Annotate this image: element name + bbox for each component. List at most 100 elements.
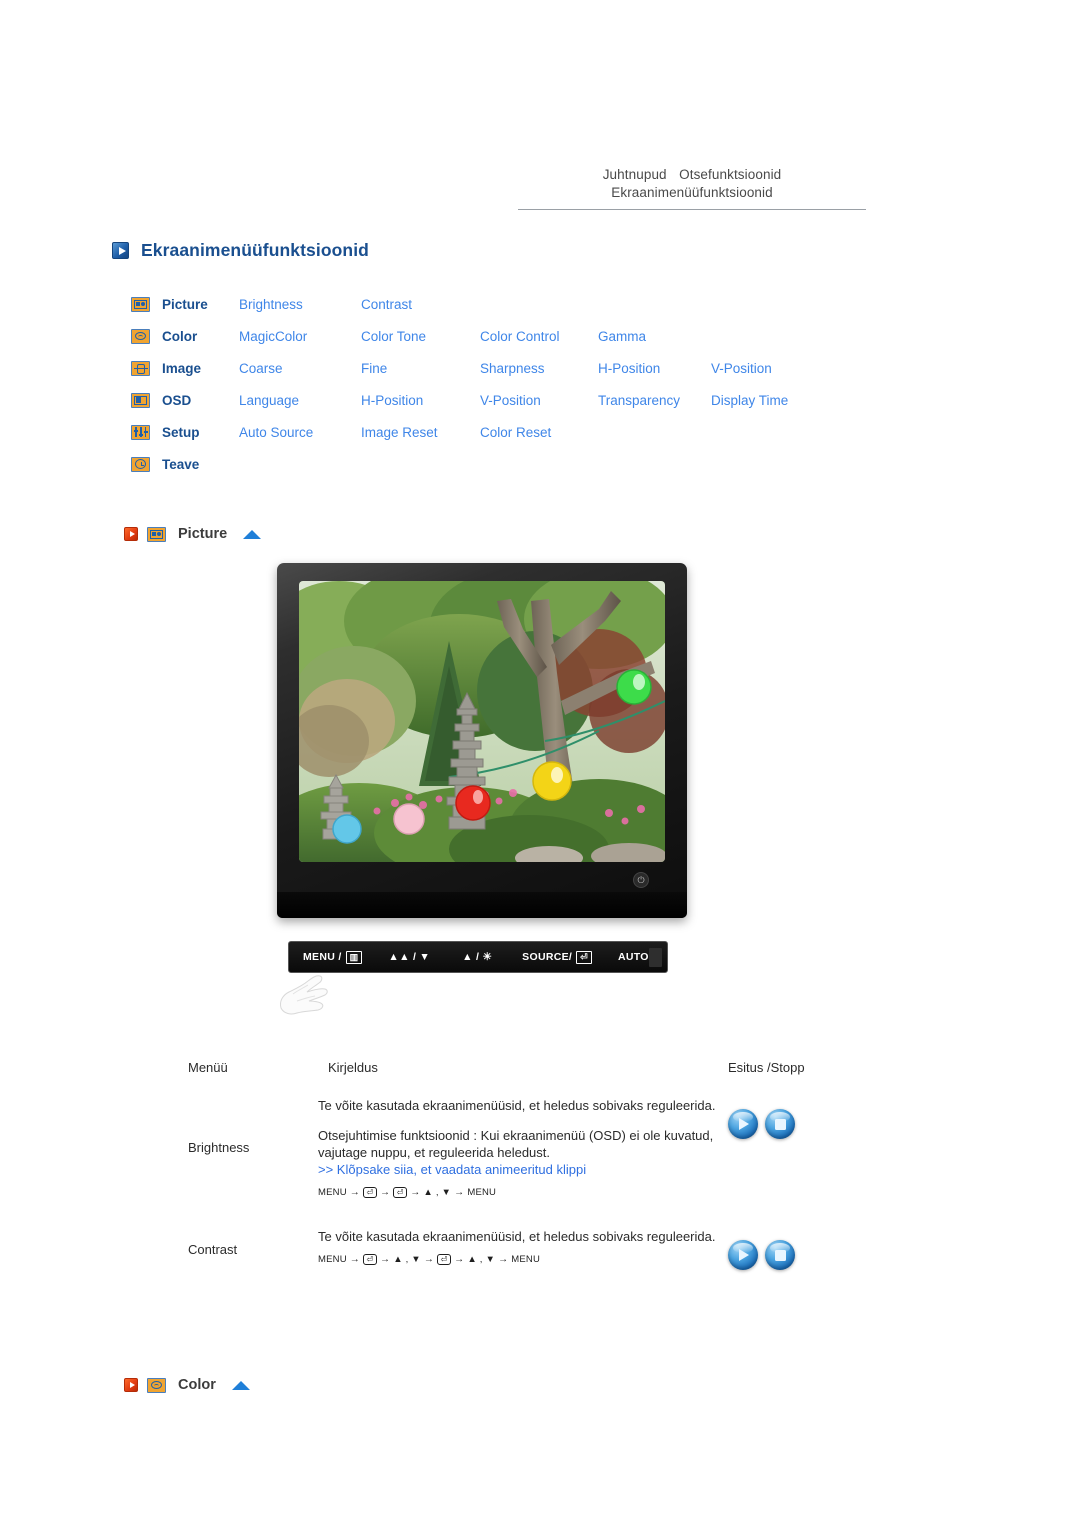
description-paragraph: Te võite kasutada ekraanimenüüsid, et he… (318, 1229, 716, 1244)
section-label: Picture (178, 526, 228, 542)
monitor-power-button[interactable]: ⏻ (633, 872, 649, 888)
button-sequence: MENU → ⏎ → ⏎ → ▲ , ▼ → MENU (318, 1187, 728, 1198)
seq-arrow: → (454, 1187, 465, 1198)
control-power-button[interactable]: ⏻ (679, 951, 688, 964)
osd-description-table: Menüü Kirjeldus Esitus /Stopp Brightness… (188, 1060, 888, 1270)
row-description: Te võite kasutada ekraanimenüüsid, et he… (318, 1097, 728, 1198)
monitor-screen (299, 581, 665, 862)
matrix-item[interactable]: Gamma (598, 329, 711, 344)
matrix-item[interactable]: V-Position (711, 361, 772, 376)
control-down-button[interactable]: ▲▲ / ▼ (388, 951, 430, 963)
page-title-row: Ekraanimenüüfunktsioonid (112, 240, 369, 261)
enter-icon: ⏎ (362, 1187, 377, 1198)
matrix-item[interactable]: Contrast (361, 297, 480, 312)
stop-button[interactable] (765, 1240, 795, 1270)
up-triangle-icon[interactable] (231, 1380, 250, 1390)
seq-token: MENU (511, 1254, 541, 1265)
control-bar-end-cap (649, 948, 662, 967)
pointing-hand-illustration (280, 975, 328, 1015)
control-menu-button[interactable]: MENU / ▥ (303, 950, 363, 964)
matrix-row-label[interactable]: Teave (162, 457, 239, 472)
control-up-brightness-button[interactable]: ▲ / ☀ (462, 951, 492, 963)
row-play-controls (728, 1228, 878, 1270)
row-play-controls (728, 1097, 878, 1198)
breadcrumb: Juhtnupud Otsefunktsioonid Ekraanimenüüf… (518, 166, 866, 210)
table-row: Brightness Te võite kasutada ekraanimenü… (188, 1097, 888, 1198)
matrix-item[interactable]: V-Position (480, 393, 598, 408)
button-sequence: MENU → ⏎ → ▲ , ▼ → ⏎ → ▲ , ▼ → MENU (318, 1254, 728, 1265)
play-button[interactable] (728, 1109, 758, 1139)
matrix-item[interactable]: Color Reset (480, 425, 598, 440)
matrix-item[interactable]: Sharpness (480, 361, 598, 376)
osd-menu-matrix: Picture Brightness Contrast Color MagicC… (131, 288, 788, 480)
column-header-play: Esitus /Stopp (728, 1060, 805, 1075)
matrix-row-label[interactable]: Image (162, 361, 239, 376)
column-header-description: Kirjeldus (328, 1060, 378, 1075)
matrix-item[interactable]: Language (239, 393, 361, 408)
matrix-row-label[interactable]: Picture (162, 297, 239, 312)
section-header-color: Color (124, 1377, 250, 1393)
seq-token: MENU (318, 1254, 347, 1265)
matrix-row-label[interactable]: Setup (162, 425, 239, 440)
seq-token: MENU (467, 1187, 497, 1198)
updown-arrows-icon: ▲ , ▼ (393, 1254, 421, 1265)
enter-icon: ⏎ (576, 950, 592, 964)
enter-icon: ⏎ (393, 1187, 408, 1198)
matrix-row-label[interactable]: Color (162, 329, 239, 344)
picture-icon (147, 526, 166, 542)
matrix-item[interactable]: Brightness (239, 297, 361, 312)
row-description: Te võite kasutada ekraanimenüüsid, et he… (318, 1228, 728, 1270)
red-play-icon (124, 527, 138, 541)
row-menu-name: Brightness (188, 1140, 250, 1155)
matrix-item[interactable]: Auto Source (239, 425, 361, 440)
seq-arrow: → (349, 1187, 360, 1198)
matrix-item[interactable]: Fine (361, 361, 480, 376)
matrix-item[interactable]: Color Control (480, 329, 598, 344)
color-wheel-icon (131, 328, 150, 344)
matrix-row-setup: Setup Auto Source Image Reset Color Rese… (131, 416, 788, 448)
matrix-item[interactable]: H-Position (361, 393, 480, 408)
matrix-row-image: Image Coarse Fine Sharpness H-Position V… (131, 352, 788, 384)
breadcrumb-item-ekraanimenuufunktsioonid[interactable]: Ekraanimenüüfunktsioonid (611, 185, 773, 200)
matrix-row-color: Color MagicColor Color Tone Color Contro… (131, 320, 788, 352)
updown-arrows-icon: ▲ , ▼ (423, 1187, 452, 1198)
garden-photo (299, 581, 665, 862)
enter-icon: ⏎ (437, 1254, 452, 1265)
updown-arrows-icon: ▲ , ▼ (467, 1254, 496, 1265)
control-source-button[interactable]: SOURCE/ ⏎ (522, 950, 592, 964)
menu-grid-icon: ▥ (345, 950, 363, 964)
matrix-item[interactable]: MagicColor (239, 329, 361, 344)
matrix-item[interactable]: H-Position (598, 361, 711, 376)
osd-icon (131, 392, 150, 408)
stop-button[interactable] (765, 1109, 795, 1139)
matrix-row-label[interactable]: OSD (162, 393, 239, 408)
matrix-row-osd: OSD Language H-Position V-Position Trans… (131, 384, 788, 416)
description-paragraph: Otsejuhtimise funktsioonid : Kui ekraani… (318, 1128, 714, 1160)
power-icon: ⏻ (678, 950, 688, 963)
matrix-item[interactable]: Transparency (598, 393, 711, 408)
matrix-item[interactable]: Coarse (239, 361, 361, 376)
breadcrumb-item-juhtnupud[interactable]: Juhtnupud (603, 167, 667, 182)
section-label: Color (178, 1377, 216, 1393)
seq-arrow: → (379, 1187, 391, 1198)
page-title: Ekraanimenüüfunktsioonid (141, 240, 369, 260)
breadcrumb-item-otsefunktsioonid[interactable]: Otsefunktsioonid (679, 167, 781, 182)
table-row: Contrast Te võite kasutada ekraanimenüüs… (188, 1228, 888, 1270)
enter-icon: ⏎ (362, 1254, 377, 1265)
picture-icon (131, 296, 150, 312)
seq-arrow: → (379, 1254, 391, 1265)
down-arrow-icon: ▲▲ / ▼ (388, 951, 431, 963)
up-arrow-brightness-icon: ▲ / ☀ (462, 951, 493, 963)
seq-arrow: → (349, 1254, 360, 1265)
control-auto-button[interactable]: AUTO (618, 951, 649, 963)
image-icon (131, 360, 150, 376)
table-header-row: Menüü Kirjeldus Esitus /Stopp (188, 1060, 888, 1075)
color-wheel-icon (147, 1377, 166, 1393)
description-paragraph: Te võite kasutada ekraanimenüüsid, et he… (318, 1098, 716, 1113)
play-button[interactable] (728, 1240, 758, 1270)
matrix-item[interactable]: Display Time (711, 393, 788, 408)
animated-clip-link[interactable]: >> Klõpsake siia, et vaadata animeeritud… (318, 1161, 728, 1178)
up-triangle-icon[interactable] (243, 529, 262, 539)
matrix-item[interactable]: Color Tone (361, 329, 480, 344)
matrix-item[interactable]: Image Reset (361, 425, 480, 440)
